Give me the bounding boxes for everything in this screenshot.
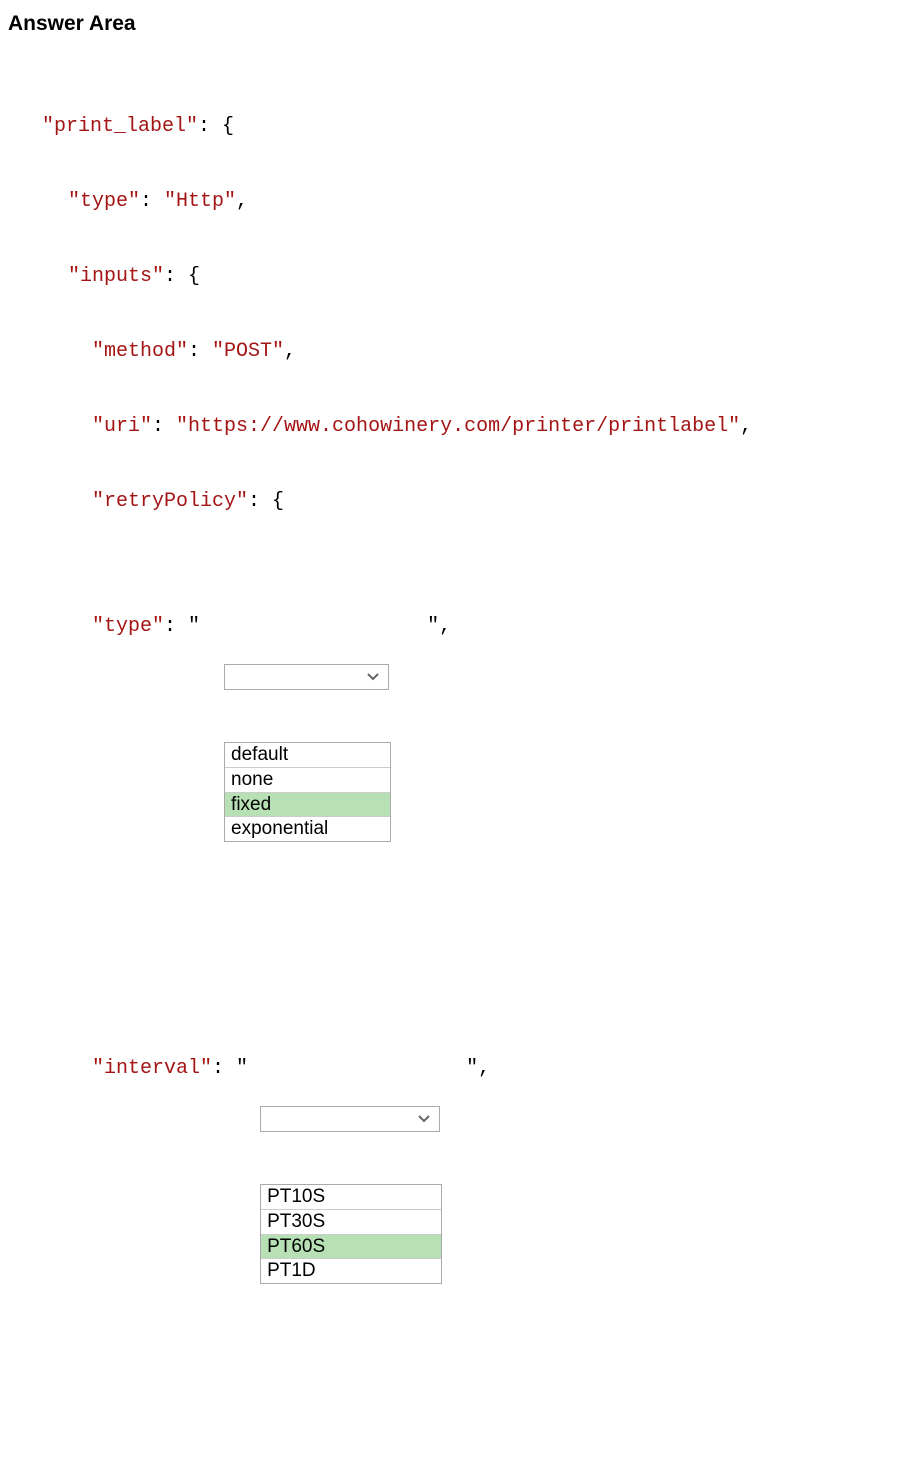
dropdown-option[interactable]: default: [225, 743, 390, 767]
key-uri: "uri": [92, 415, 152, 438]
dropdown-option[interactable]: PT1D: [261, 1258, 441, 1283]
val-uri: "https://www.cohowinery.com/printer/prin…: [176, 415, 740, 438]
dropdown-option[interactable]: PT60S: [261, 1234, 441, 1259]
page-title: Answer Area: [8, 12, 891, 36]
brace-open: : {: [198, 115, 234, 138]
type-dropdown[interactable]: defaultnonefixedexponential: [224, 614, 391, 892]
val-http: "Http": [164, 190, 236, 213]
key-method: "method": [92, 340, 188, 363]
key-retrypolicy: "retryPolicy": [92, 490, 248, 513]
key-type: "type": [68, 190, 140, 213]
interval-after: ",: [466, 1057, 490, 1080]
key-retry-type: "type": [92, 615, 164, 638]
dropdown-option[interactable]: fixed: [225, 792, 390, 817]
dropdown-option[interactable]: PT30S: [261, 1209, 441, 1234]
type-dropdown-list[interactable]: defaultnonefixedexponential: [224, 742, 391, 842]
interval-dropdown-list[interactable]: PT10SPT30SPT60SPT1D: [260, 1184, 442, 1284]
dropdown-option[interactable]: none: [225, 767, 390, 792]
interval-dropdown[interactable]: PT10SPT30SPT60SPT1D: [260, 1056, 442, 1334]
retry-interval-row: "interval": " PT10SPT30SPT60SPT1D ",: [8, 1056, 891, 1334]
key-print-label: "print_label": [42, 115, 198, 138]
chevron-down-icon: [366, 672, 380, 682]
retry-type-row: "type": " defaultnonefixedexponential ",: [8, 614, 891, 892]
code-block: "print_label": { "type": "Http", "inputs…: [8, 64, 891, 1476]
val-post: "POST": [212, 340, 284, 363]
dropdown-option[interactable]: exponential: [225, 816, 390, 841]
type-after: ",: [427, 615, 451, 638]
dropdown-option[interactable]: PT10S: [261, 1185, 441, 1209]
type-dropdown-box[interactable]: [224, 664, 389, 690]
interval-dropdown-box[interactable]: [260, 1106, 440, 1132]
key-interval: "interval": [92, 1057, 212, 1080]
chevron-down-icon: [417, 1114, 431, 1124]
key-inputs: "inputs": [68, 265, 164, 288]
